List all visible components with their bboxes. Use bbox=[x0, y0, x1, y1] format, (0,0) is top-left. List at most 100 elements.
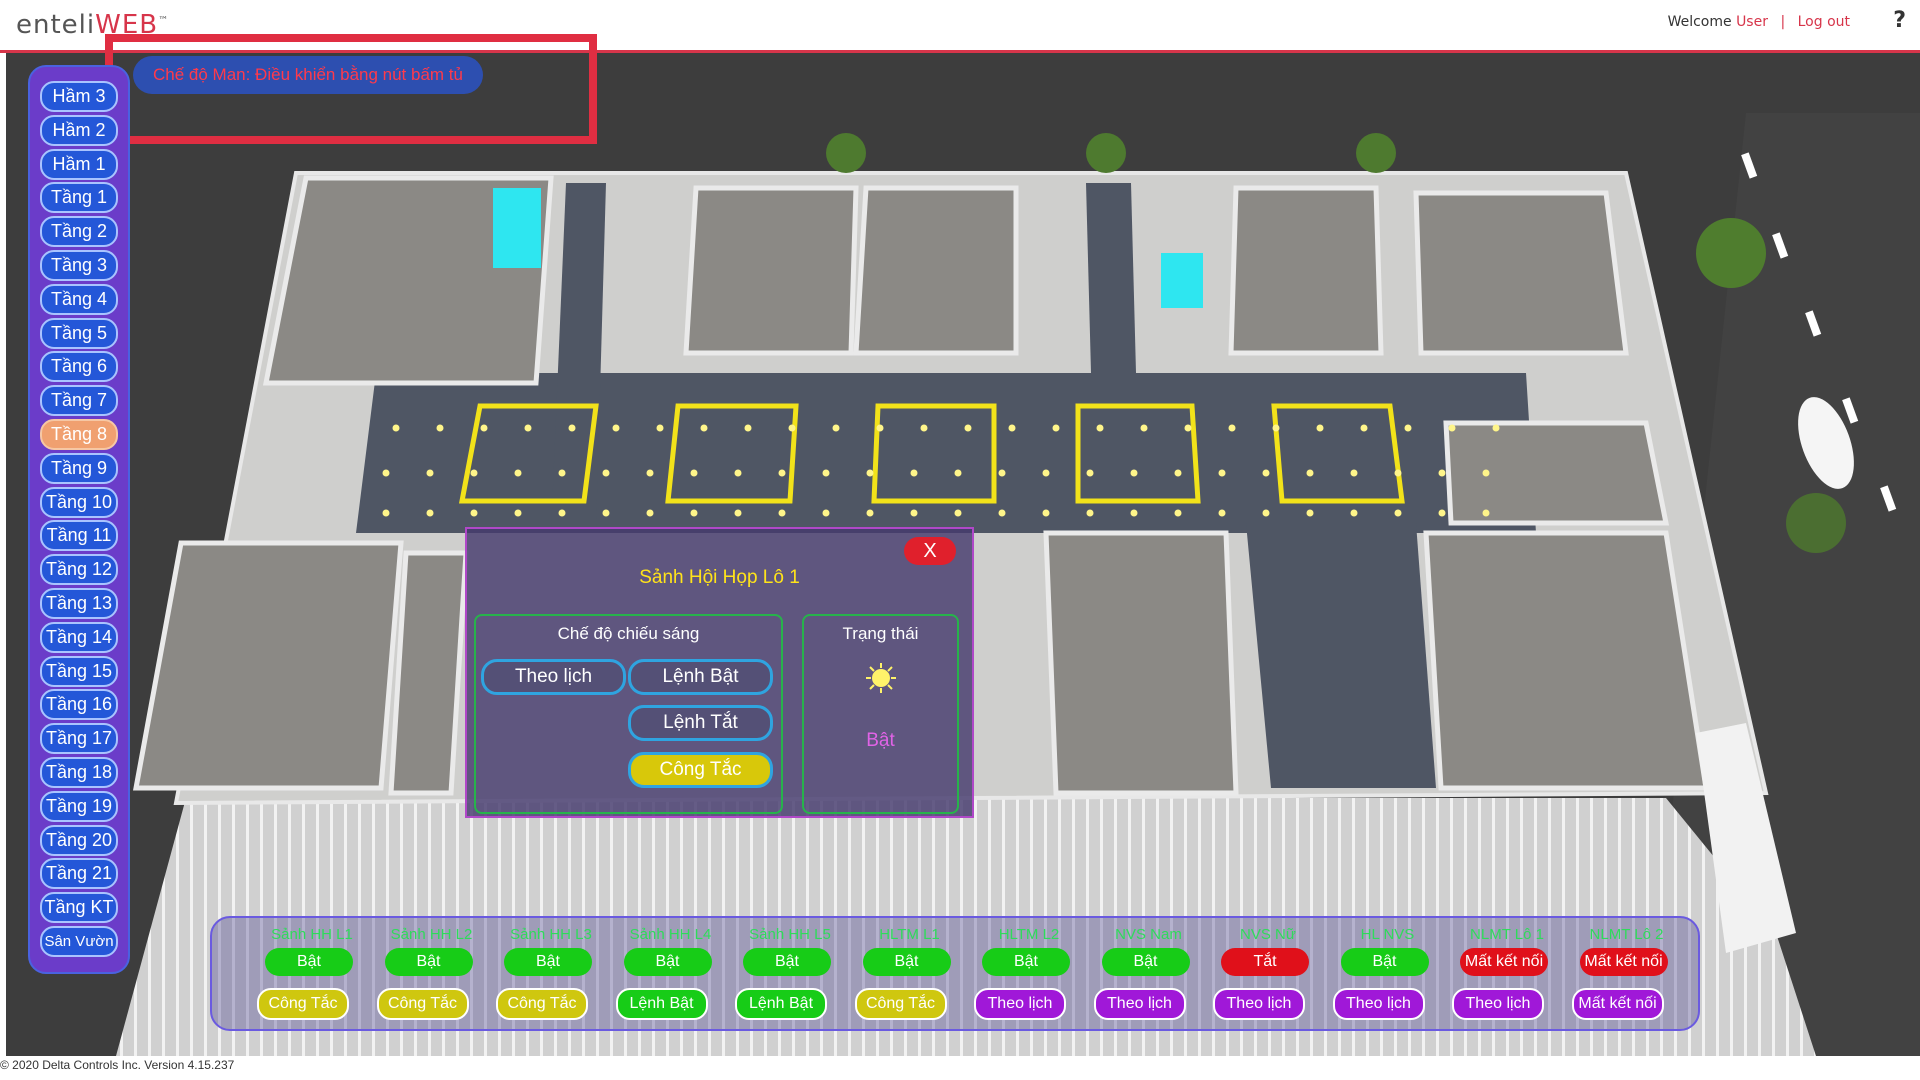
zone-name: HLTM L1 bbox=[879, 926, 940, 943]
ceiling-light-dot bbox=[1306, 509, 1314, 517]
ceiling-light-dot bbox=[1306, 469, 1314, 477]
zone-state-button[interactable]: Mất kết nối bbox=[1579, 948, 1668, 976]
zone-column: Sảnh HH L1 Bật Công Tắc bbox=[257, 918, 367, 1029]
zone-state-button[interactable]: Bật bbox=[743, 948, 831, 976]
zone-column: Sảnh HH L2 Bật Công Tắc bbox=[376, 918, 487, 1029]
zone-mode-button[interactable]: Công Tắc bbox=[496, 988, 588, 1020]
zone-state-button[interactable]: Mất kết nối bbox=[1460, 948, 1548, 976]
help-icon[interactable]: ? bbox=[1893, 8, 1906, 33]
zone-state-button[interactable]: Bật bbox=[504, 948, 592, 976]
zone-column: NLMT Lô 1 Mất kết nối Theo lịch bbox=[1452, 918, 1562, 1029]
zone-mode-button[interactable]: Theo lịch bbox=[1332, 988, 1425, 1020]
floor-button[interactable]: Tầng 9 bbox=[40, 452, 118, 484]
ceiling-light-dot bbox=[954, 509, 962, 517]
floor-button[interactable]: Tầng 2 bbox=[40, 216, 118, 248]
ceiling-light-dot bbox=[866, 509, 874, 517]
floor-button[interactable]: Tầng 1 bbox=[40, 182, 118, 214]
zone-state-button[interactable]: Bật bbox=[982, 948, 1070, 976]
mode-banner: Chế độ Man: Điều khiển bằng nút bấm tủ bbox=[133, 56, 483, 94]
zone-mode-button[interactable]: Công Tắc bbox=[854, 988, 947, 1020]
zone-name: HL NVS bbox=[1360, 926, 1415, 943]
ceiling-light-dot bbox=[1482, 469, 1490, 477]
zone-column: Sảnh HH L4 Bật Lệnh Bật bbox=[615, 918, 726, 1029]
zone-column: NVS Nữ Tắt Theo lịch bbox=[1213, 918, 1323, 1029]
ceiling-light-dot bbox=[1316, 424, 1324, 432]
ceiling-light-dot bbox=[1350, 469, 1358, 477]
floor-button[interactable]: Tầng 18 bbox=[40, 757, 118, 788]
floor-button[interactable]: Tầng 12 bbox=[40, 554, 118, 586]
ceiling-light-dot bbox=[910, 469, 918, 477]
floor-button[interactable]: Tầng 6 bbox=[40, 351, 118, 383]
zone-column: Sảnh HH L3 Bật Công Tắc bbox=[496, 918, 606, 1029]
floor-button[interactable]: Tầng 14 bbox=[40, 621, 118, 653]
ceiling-light-dot bbox=[382, 509, 390, 517]
zone-mode-button[interactable]: Theo lịch bbox=[974, 988, 1066, 1020]
ceiling-light-dot bbox=[998, 509, 1006, 517]
zone-mode-button[interactable]: Theo lịch bbox=[1093, 988, 1186, 1020]
ceiling-light-dot bbox=[1228, 424, 1236, 432]
ceiling-light-dot bbox=[778, 469, 786, 477]
ceiling-light-dot bbox=[1350, 509, 1358, 517]
ceiling-light-dot bbox=[1174, 509, 1182, 517]
floor-button[interactable]: Tầng 13 bbox=[40, 588, 118, 619]
switch-mode-button[interactable]: Công Tắc bbox=[628, 752, 773, 788]
ceiling-light-dot bbox=[964, 424, 972, 432]
close-button[interactable]: X bbox=[904, 537, 956, 565]
zone-column: HLTM L1 Bật Công Tắc bbox=[854, 918, 965, 1029]
zone-state-button[interactable]: Tắt bbox=[1221, 948, 1309, 976]
floor-button[interactable]: Tầng 15 bbox=[40, 655, 118, 687]
zone-column: Sảnh HH L5 Bật Lệnh Bật bbox=[735, 918, 845, 1029]
ceiling-light-dot bbox=[1482, 509, 1490, 517]
floor-button[interactable]: Tầng 8 bbox=[40, 419, 118, 450]
ceiling-light-dot bbox=[1052, 424, 1060, 432]
ceiling-light-dot bbox=[1130, 469, 1138, 477]
zone-mode-button[interactable]: Mất kết nối bbox=[1571, 988, 1664, 1020]
zone-mode-button[interactable]: Theo lịch bbox=[1452, 988, 1544, 1020]
ceiling-light-dot bbox=[1042, 509, 1050, 517]
schedule-button[interactable]: Theo lịch bbox=[481, 659, 626, 695]
floor-button[interactable]: Hầm 1 bbox=[40, 148, 118, 180]
floor-button[interactable]: Tầng 3 bbox=[40, 250, 118, 281]
ceiling-light-dot bbox=[876, 424, 884, 432]
logout-link[interactable]: Log out bbox=[1798, 14, 1850, 30]
ceiling-light-dot bbox=[866, 469, 874, 477]
floor-button[interactable]: Tầng 19 bbox=[40, 790, 118, 822]
ceiling-light-dot bbox=[1394, 509, 1402, 517]
ceiling-light-dot bbox=[558, 469, 566, 477]
ceiling-light-dot bbox=[514, 509, 522, 517]
command-on-button[interactable]: Lệnh Bật bbox=[628, 659, 773, 695]
floor-button[interactable]: Tầng KT bbox=[40, 892, 118, 924]
floor-button[interactable]: Hầm 3 bbox=[40, 81, 118, 112]
zone-state-button[interactable]: Bật bbox=[862, 948, 951, 976]
zone-mode-button[interactable]: Lệnh Bật bbox=[735, 988, 827, 1020]
zone-state-button[interactable]: Bật bbox=[265, 948, 353, 976]
zone-state-button[interactable]: Bật bbox=[1340, 948, 1429, 976]
zone-mode-button[interactable]: Lệnh Bật bbox=[615, 988, 708, 1020]
floor-button[interactable]: Tầng 11 bbox=[40, 520, 118, 552]
zone-name: NLMT Lô 1 bbox=[1470, 926, 1544, 943]
floor-button[interactable]: Tầng 5 bbox=[40, 317, 118, 349]
zone-state-button[interactable]: Bật bbox=[1101, 948, 1190, 976]
zone-mode-button[interactable]: Theo lịch bbox=[1213, 988, 1305, 1020]
floor-button[interactable]: Tầng 7 bbox=[40, 385, 118, 417]
floor-button[interactable]: Tầng 16 bbox=[40, 689, 118, 721]
ceiling-light-dot bbox=[426, 469, 434, 477]
floor-button[interactable]: Tầng 17 bbox=[40, 723, 118, 755]
floor-button[interactable]: Tầng 20 bbox=[40, 824, 118, 856]
zone-column: NLMT Lô 2 Mất kết nối Mất kết nối bbox=[1571, 918, 1682, 1029]
floor-button[interactable]: Sân Vườn bbox=[40, 926, 118, 957]
zone-mode-button[interactable]: Công Tắc bbox=[257, 988, 349, 1020]
floor-button[interactable]: Tầng 21 bbox=[40, 858, 118, 890]
command-off-button[interactable]: Lệnh Tắt bbox=[628, 705, 773, 741]
status-value: Bật bbox=[866, 730, 895, 751]
floor-button[interactable]: Hầm 2 bbox=[40, 114, 118, 146]
floor-button[interactable]: Tầng 4 bbox=[40, 283, 118, 315]
ceiling-light-dot bbox=[1448, 424, 1456, 432]
zone-name: Sảnh HH L4 bbox=[629, 926, 712, 943]
zone-mode-button[interactable]: Công Tắc bbox=[376, 988, 469, 1020]
zone-state-button[interactable]: Bật bbox=[623, 948, 712, 976]
zone-state-button[interactable]: Bật bbox=[384, 948, 473, 976]
ceiling-light-dot bbox=[954, 469, 962, 477]
ceiling-light-dot bbox=[1130, 509, 1138, 517]
floor-button[interactable]: Tầng 10 bbox=[40, 486, 118, 518]
